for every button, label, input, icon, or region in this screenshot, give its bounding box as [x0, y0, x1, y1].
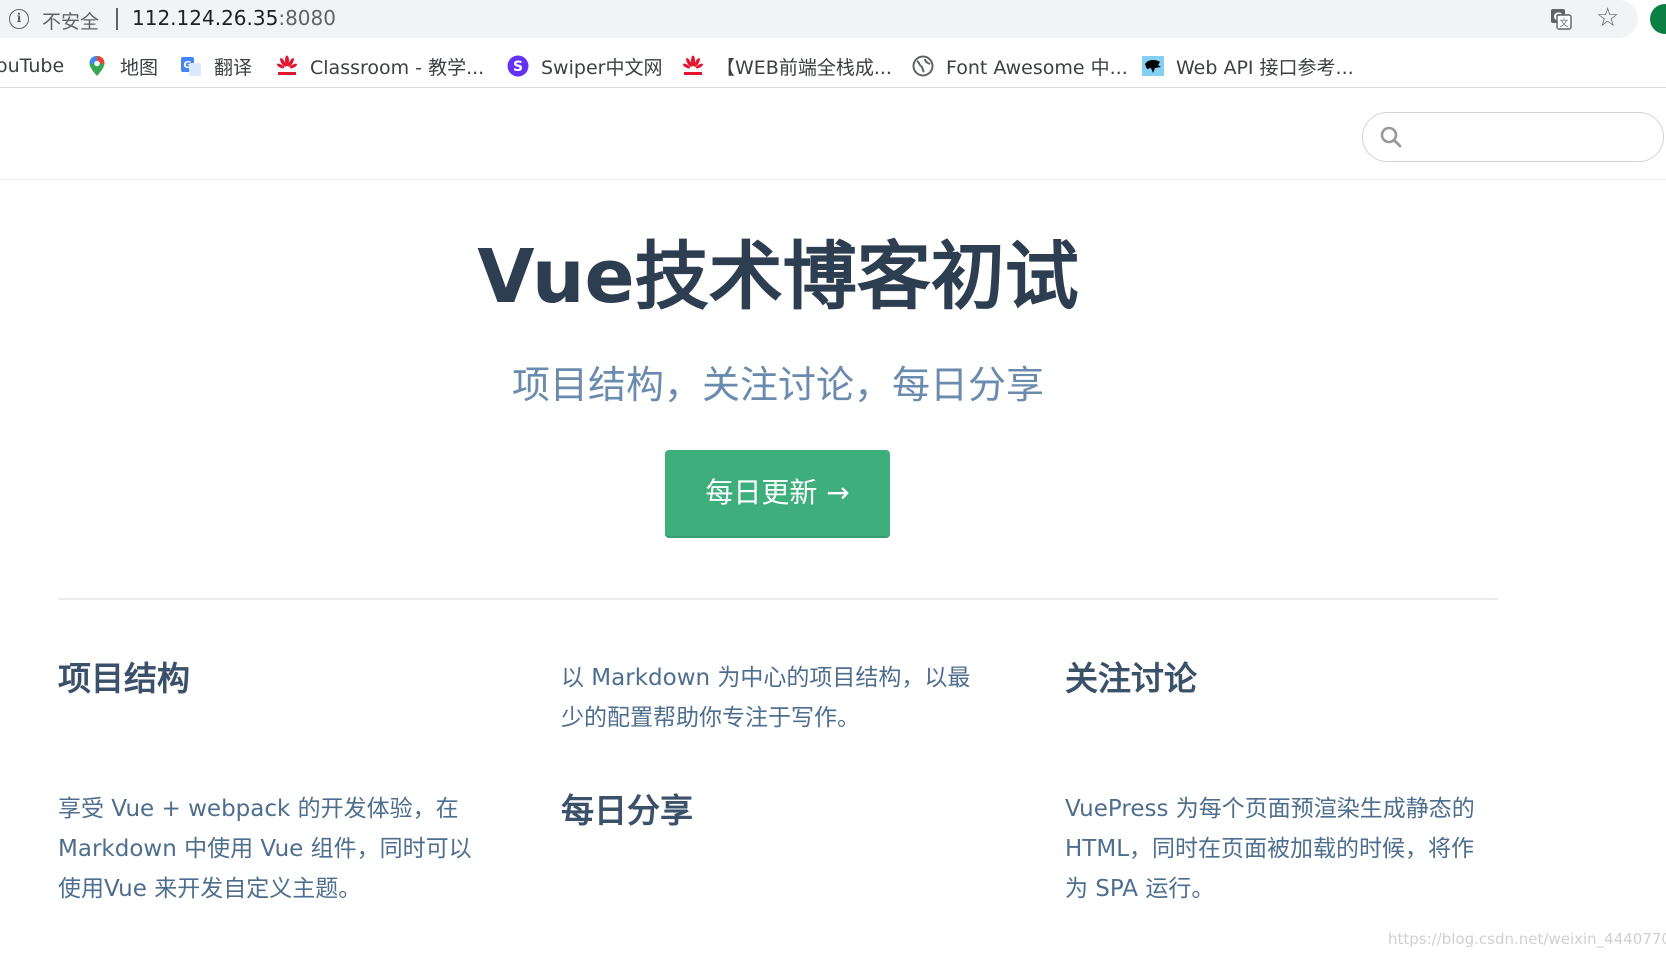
bookmark-translate[interactable]: G 翻译: [180, 52, 252, 80]
feature-title-discussion: 关注讨论: [1065, 659, 1197, 698]
bookmark-web-api[interactable]: Web API 接口参考...: [1142, 52, 1354, 80]
svg-text:S: S: [513, 59, 523, 75]
bookmark-label: ouTube: [0, 55, 65, 77]
feature-text-line: Markdown 中使用 Vue 组件，同时可以: [58, 836, 472, 862]
bookmark-star-icon[interactable]: ☆: [1596, 2, 1619, 34]
feature-title-project-structure: 项目结构: [58, 659, 190, 698]
bookmark-label: Swiper中文网: [541, 56, 663, 79]
bookmark-label: 【WEB前端全栈成...: [716, 56, 892, 79]
swiper-logo-icon: S: [507, 55, 529, 77]
features-divider: [58, 598, 1498, 600]
bookmark-swiper[interactable]: S Swiper中文网: [507, 52, 662, 80]
feature-text-daily-share: VuePress 为每个页面预渲染生成静态的 HTML，同时在页面被加载的时候，…: [1065, 789, 1475, 909]
url-port[interactable]: :8080: [278, 6, 336, 30]
feature-text-line: HTML，同时在页面被加载的时候，将作: [1065, 836, 1475, 862]
translate-icon: G: [181, 57, 201, 76]
url-host[interactable]: 112.124.26.35: [132, 6, 278, 30]
bookmark-label: Font Awesome 中...: [946, 56, 1128, 79]
bookmark-maps[interactable]: 地图: [86, 52, 158, 80]
feature-text-line: 少的配置帮助你专注于写作。: [561, 705, 860, 731]
bookmark-label: Classroom - 教学...: [310, 56, 485, 79]
info-icon[interactable]: i: [9, 9, 29, 29]
bookmark-youtube[interactable]: ouTube: [0, 52, 64, 80]
bookmark-font-awesome[interactable]: Font Awesome 中...: [912, 52, 1128, 80]
hero-tagline: 项目结构，关注讨论，每日分享: [511, 363, 1044, 407]
bookmark-label: 地图: [120, 56, 159, 79]
browser-address-bar: i 不安全 112.124.26.35:8080 G 文 ☆: [0, 0, 1666, 38]
feature-text-project-structure: 以 Markdown 为中心的项目结构，以最 少的配置帮助你专注于写作。: [561, 658, 970, 738]
feature-text-line: 享受 Vue + webpack 的开发体验，在: [58, 796, 459, 822]
feature-text-line: 为 SPA 运行。: [1065, 876, 1215, 902]
feature-title-daily-share: 每日分享: [561, 791, 693, 830]
bookmark-label: 翻译: [214, 56, 253, 79]
profile-avatar[interactable]: [1650, 4, 1666, 34]
csdn-watermark: https://blog.csdn.net/weixin_44407701: [1388, 930, 1666, 948]
huawei-logo-icon: [276, 55, 298, 75]
translate-page-icon[interactable]: G 文: [1550, 8, 1572, 30]
search-input[interactable]: [1362, 112, 1664, 162]
security-status[interactable]: 不安全: [42, 7, 99, 34]
bookmarks-bar: ouTube 地图 G 翻译 Classroom - 教学... S Swipe…: [0, 44, 1666, 88]
omnibox[interactable]: i 不安全 112.124.26.35:8080 G 文 ☆: [0, 0, 1638, 38]
svg-text:文: 文: [1559, 17, 1568, 29]
bookmark-label: Web API 接口参考...: [1176, 56, 1354, 79]
feature-text-line: 使用Vue 来开发自定义主题。: [58, 876, 362, 902]
mdn-logo-icon: [1142, 56, 1164, 76]
url-text[interactable]: 112.124.26.35:8080: [132, 6, 336, 30]
feature-text-line: VuePress 为每个页面预渲染生成静态的: [1065, 796, 1475, 822]
feature-text-discussion: 享受 Vue + webpack 的开发体验，在 Markdown 中使用 Vu…: [58, 789, 472, 909]
feature-text-line: 以 Markdown 为中心的项目结构，以最: [561, 665, 971, 691]
bookmark-classroom[interactable]: Classroom - 教学...: [276, 52, 484, 80]
daily-update-button[interactable]: 每日更新 →: [665, 450, 890, 538]
hero-title: Vue技术博客初试: [477, 234, 1079, 320]
site-navbar: [0, 88, 1666, 180]
bookmark-web-fullstack[interactable]: 【WEB前端全栈成...: [682, 52, 892, 80]
maps-pin-icon: [89, 56, 105, 76]
globe-icon: [912, 55, 934, 77]
search-icon: [1380, 126, 1402, 148]
huawei-logo-icon: [682, 55, 704, 75]
omnibox-separator: [116, 8, 118, 30]
